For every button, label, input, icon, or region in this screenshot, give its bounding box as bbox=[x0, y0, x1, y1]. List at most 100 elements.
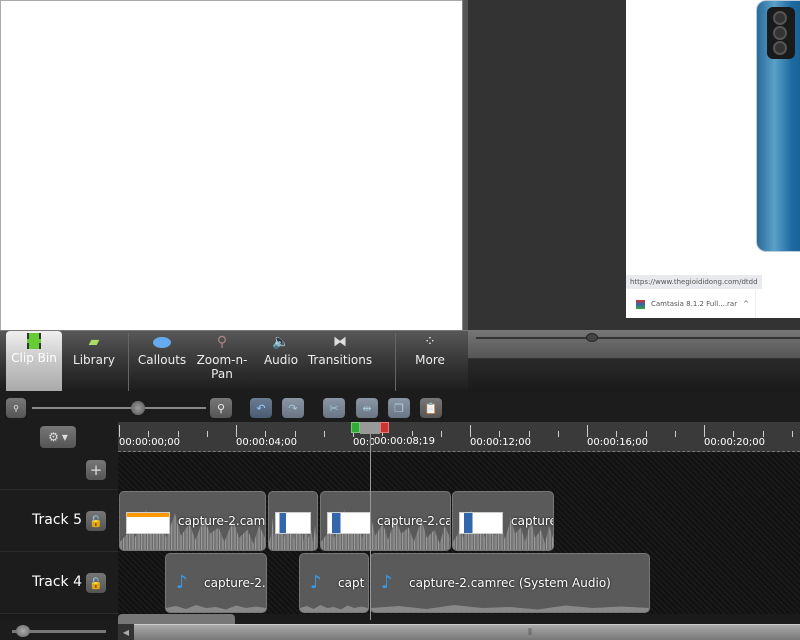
track-lock-button[interactable]: 🔓 bbox=[86, 573, 106, 593]
tab-callouts[interactable]: Callouts bbox=[136, 331, 188, 391]
tab-zoom-n-pan[interactable]: ⚲ Zoom-n- Pan bbox=[194, 331, 250, 391]
ruler-tick bbox=[236, 425, 237, 437]
unlock-icon: 🔓 bbox=[89, 576, 103, 590]
in-point-marker[interactable] bbox=[351, 422, 360, 433]
ruler-label: 00:00:16;00 bbox=[587, 437, 649, 448]
track-header-5: Track 5 🔓 bbox=[0, 490, 118, 552]
plus-icon: + bbox=[89, 461, 103, 479]
zoom-out-icon: ⚲ bbox=[13, 403, 19, 413]
undo-button[interactable]: ↶ bbox=[250, 398, 272, 418]
track-lock-button[interactable]: 🔓 bbox=[86, 511, 106, 531]
video-clip[interactable]: capture-2.camr bbox=[119, 491, 266, 551]
audio-clip[interactable]: ♪ capture-2. bbox=[165, 553, 267, 613]
playhead-time: 00:00:08;19 bbox=[374, 436, 436, 447]
paste-button[interactable]: 📋 bbox=[420, 398, 442, 418]
camera-module bbox=[767, 7, 795, 59]
music-note-icon: ♪ bbox=[310, 572, 322, 593]
video-clip[interactable]: capture-2.ca bbox=[320, 491, 451, 551]
split-icon: ⇹ bbox=[362, 401, 372, 415]
zoom-in-icon: ⚲ bbox=[216, 401, 226, 415]
clip-bin-panel bbox=[0, 0, 466, 330]
track-header-4: Track 4 🔓 bbox=[0, 552, 118, 614]
zoom-in-button[interactable]: ⚲ bbox=[210, 398, 232, 418]
track-height-slider[interactable] bbox=[16, 625, 30, 637]
download-name: Camtasia 8.1.2 Full....rar bbox=[651, 300, 738, 308]
tab-audio[interactable]: 🔈 Audio bbox=[258, 331, 304, 391]
ruler-tick bbox=[323, 431, 325, 437]
audio-clip[interactable]: ♪ capt bbox=[299, 553, 369, 613]
timeline-zoom-track bbox=[32, 407, 206, 409]
preview-scrubber[interactable] bbox=[468, 330, 800, 392]
playhead-line[interactable] bbox=[370, 422, 371, 620]
ruler-label: 00:00:04;00 bbox=[236, 437, 298, 448]
timeline-zoom-slider[interactable] bbox=[131, 401, 145, 415]
unlock-icon: 🔓 bbox=[89, 514, 103, 528]
music-note-icon: ♪ bbox=[176, 572, 188, 593]
transition-icon: ⧓ bbox=[333, 334, 347, 350]
ruler-tick bbox=[791, 431, 793, 437]
download-item[interactable]: Camtasia 8.1.2 Full....rar ^ bbox=[626, 290, 756, 318]
copy-icon: ❐ bbox=[394, 401, 404, 415]
time-ruler[interactable]: 00:00:00;00 00:00:04;00 00:0 00:00:12;00 00:… bbox=[118, 422, 800, 452]
tab-library[interactable]: ▰ Library bbox=[66, 331, 122, 391]
horizontal-scrollbar[interactable] bbox=[118, 624, 800, 640]
download-chevron-icon[interactable]: ^ bbox=[743, 300, 749, 308]
status-url: https://www.thegioididong.com/dtdd bbox=[626, 275, 762, 289]
ruler-tick bbox=[470, 425, 471, 437]
ruler-tick bbox=[440, 431, 442, 437]
video-clip-partial[interactable] bbox=[118, 614, 235, 624]
video-clip[interactable] bbox=[268, 491, 318, 551]
ruler-tick bbox=[704, 425, 705, 437]
rar-file-icon bbox=[636, 299, 645, 309]
music-note-icon: ♪ bbox=[381, 572, 393, 593]
scissors-icon: ✂ bbox=[329, 401, 339, 415]
ruler-label: 00:00:20;00 bbox=[704, 437, 766, 448]
timeline-toolbar: ⚲ ⚲ ↶ ↷ ✂ ⇹ ❐ 📋 bbox=[0, 392, 800, 422]
ruler-tick bbox=[206, 431, 208, 437]
scroll-left-arrow[interactable]: ◀ bbox=[118, 624, 134, 640]
ruler-label: 00:00:00;00 bbox=[119, 437, 181, 448]
empty-track-area bbox=[118, 452, 800, 490]
audio-clip[interactable]: ♪ capture-2.camrec (System Audio) bbox=[370, 553, 650, 613]
scrub-track bbox=[476, 337, 800, 339]
tab-transitions[interactable]: ⧓ Transitions bbox=[306, 331, 374, 391]
zoom-out-button[interactable]: ⚲ bbox=[6, 398, 26, 418]
add-track-row: + bbox=[0, 452, 118, 490]
gear-icon: ⚙ bbox=[48, 430, 59, 444]
speaker-icon: 🔈 bbox=[272, 334, 290, 350]
clip-thumbnail bbox=[126, 512, 170, 534]
track-name: Track 4 bbox=[32, 574, 82, 590]
playhead-handle[interactable] bbox=[351, 422, 389, 436]
ruler-tick bbox=[587, 425, 588, 437]
clip-thumbnail bbox=[275, 512, 311, 534]
scroll-gripper-icon: ⦀ bbox=[528, 628, 532, 638]
copy-button[interactable]: ❐ bbox=[388, 398, 410, 418]
ruler-tick bbox=[674, 431, 676, 437]
preview-panel: https://www.thegioididong.com/dtdd Camta… bbox=[468, 0, 800, 330]
track-5-area: capture-2.camr capture-2.ca capture bbox=[118, 490, 800, 552]
cut-button[interactable]: ✂ bbox=[323, 398, 345, 418]
ruler-tick bbox=[557, 431, 559, 437]
tab-more[interactable]: ⁘ More bbox=[402, 331, 458, 391]
speech-bubble-icon bbox=[152, 333, 172, 351]
paste-icon: 📋 bbox=[424, 401, 438, 415]
scrub-handle[interactable] bbox=[586, 333, 598, 342]
track-4-area: ♪ capture-2. ♪ capt ♪ capture-2.camrec (… bbox=[118, 552, 800, 614]
film-icon bbox=[27, 333, 41, 349]
add-track-button[interactable]: + bbox=[86, 460, 106, 480]
out-point-marker[interactable] bbox=[380, 422, 389, 433]
video-clip[interactable]: capture bbox=[452, 491, 554, 551]
chevron-down-icon: ▾ bbox=[61, 430, 68, 444]
folder-icon: ▰ bbox=[88, 334, 100, 350]
redo-icon: ↷ bbox=[288, 401, 298, 415]
ruler-tick bbox=[119, 425, 120, 437]
magnifier-icon: ⚲ bbox=[216, 334, 228, 350]
timeline-settings-button[interactable]: ⚙ ▾ bbox=[40, 426, 76, 448]
tab-clip-bin[interactable]: Clip Bin bbox=[6, 331, 62, 391]
timeline-header-left: ⚙ ▾ bbox=[0, 422, 118, 452]
track-name: Track 5 bbox=[32, 512, 82, 528]
split-button[interactable]: ⇹ bbox=[356, 398, 378, 418]
redo-button[interactable]: ↷ bbox=[282, 398, 304, 418]
clip-thumbnail bbox=[459, 512, 503, 534]
undo-icon: ↶ bbox=[256, 401, 266, 415]
